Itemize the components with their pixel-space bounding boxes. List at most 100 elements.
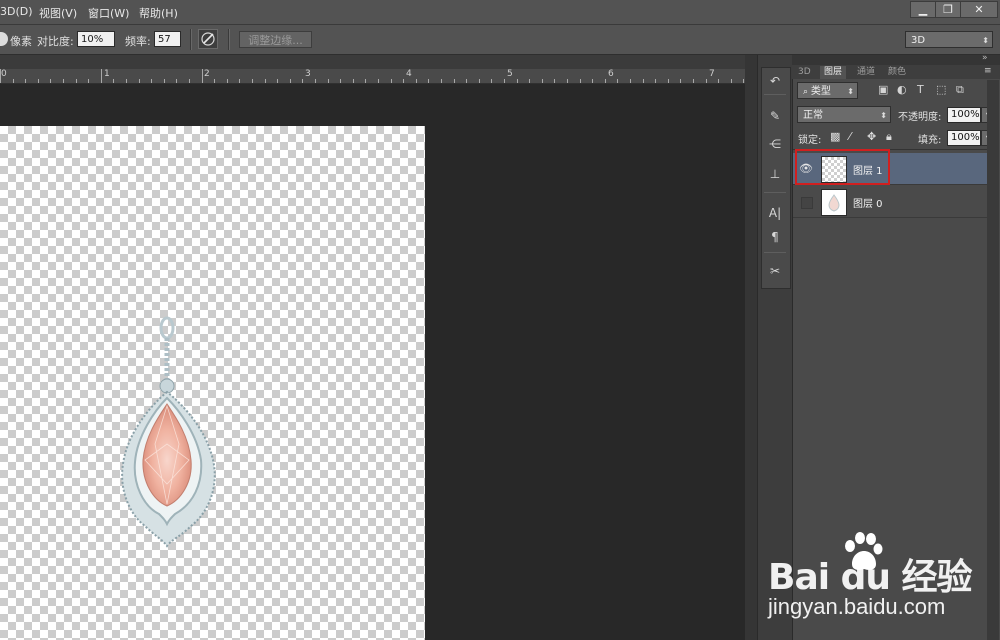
panel-collapse-bar[interactable]: »: [792, 53, 1000, 65]
ruler-tick: [126, 79, 127, 83]
document-canvas[interactable]: [0, 126, 425, 640]
ruler-tick: [466, 79, 467, 83]
highlight-annotation-box: [795, 149, 890, 185]
clone-source-icon[interactable]: ⊥: [763, 164, 787, 184]
ruler-tick: [731, 79, 732, 83]
frequency-input[interactable]: 57: [154, 31, 181, 47]
lock-label: 锁定:: [798, 135, 822, 146]
ruler-tick: [605, 79, 606, 83]
type-filter-icon[interactable]: T: [917, 83, 924, 96]
ruler-tick: [302, 79, 303, 83]
ruler-label: 4: [406, 69, 412, 79]
ruler-tick: [378, 79, 379, 83]
tool-presets-icon[interactable]: ✂: [763, 261, 787, 281]
tab-color[interactable]: 颜色: [884, 66, 910, 79]
panel-scrollbar[interactable]: [987, 80, 999, 640]
separator: [764, 192, 786, 193]
ruler-label: 7: [709, 69, 715, 79]
ruler-tick: [630, 79, 631, 83]
ruler-tick: [0, 69, 1, 83]
lock-position-icon[interactable]: ✥: [867, 130, 876, 143]
pendant-thumbnail-icon: [828, 194, 840, 212]
tab-layers[interactable]: 图层: [820, 66, 847, 79]
lock-image-icon[interactable]: ⁄: [849, 130, 851, 143]
ruler-tick: [277, 79, 278, 83]
lock-transparent-icon[interactable]: ▩: [830, 130, 840, 143]
close-button[interactable]: ✕: [960, 1, 998, 18]
brush-presets-icon[interactable]: ✎: [763, 106, 787, 126]
ruler-tick: [113, 79, 114, 83]
blend-mode-select[interactable]: 正常 ⬍: [797, 106, 891, 123]
shape-filter-icon[interactable]: ⬚: [936, 83, 946, 96]
restore-button[interactable]: ❐: [935, 1, 961, 18]
ruler-tick: [239, 79, 240, 83]
pen-pressure-icon: [201, 32, 215, 46]
ruler-tick: [164, 79, 165, 83]
ruler-tick: [542, 79, 543, 83]
document-tab-strip: [0, 55, 757, 69]
ruler-tick: [50, 79, 51, 83]
menu-window[interactable]: 窗口(W): [88, 5, 129, 21]
separator: [228, 29, 230, 50]
visibility-off-box[interactable]: [801, 197, 813, 209]
refine-edge-button[interactable]: 调整边缘...: [239, 31, 312, 48]
panel-menu-icon[interactable]: ≡: [984, 66, 992, 76]
ruler-tick: [151, 79, 152, 83]
ruler-label: 0: [1, 69, 7, 79]
lock-all-icon[interactable]: 🔒︎: [886, 130, 892, 144]
separator: [764, 94, 786, 95]
ruler-tick: [529, 79, 530, 83]
ruler-tick: [88, 79, 89, 83]
paragraph-icon[interactable]: ¶: [763, 227, 787, 247]
fill-label: 填充:: [918, 135, 942, 146]
ruler-tick: [592, 79, 593, 83]
pen-pressure-button[interactable]: [198, 29, 218, 49]
ruler-tick: [290, 79, 291, 83]
pixel-filter-icon[interactable]: ▣: [878, 83, 888, 96]
separator: [764, 252, 786, 253]
chevron-updown-icon: ⬍: [847, 87, 854, 96]
opacity-input[interactable]: 100%: [947, 107, 981, 123]
character-icon[interactable]: A|: [763, 203, 787, 223]
filter-kind-select[interactable]: ⌕ 类型 ⬍: [797, 82, 858, 99]
ruler-tick: [643, 79, 644, 83]
history-icon[interactable]: ↶: [763, 71, 787, 91]
ruler-tick: [680, 79, 681, 83]
tab-channels[interactable]: 通道: [853, 66, 879, 79]
ruler-tick: [743, 79, 744, 83]
workspace-select-value: 3D: [911, 35, 926, 46]
contrast-input[interactable]: 10%: [77, 31, 115, 47]
brush-settings-icon[interactable]: ⋲: [763, 134, 787, 154]
contrast-label: 对比度:: [37, 35, 74, 48]
ruler-label: 5: [507, 69, 513, 79]
smart-object-filter-icon[interactable]: ⧉: [956, 83, 964, 97]
ruler-tick: [504, 79, 505, 83]
collapse-icon[interactable]: »: [982, 53, 988, 63]
ruler-label: 2: [204, 69, 210, 79]
ruler-tick: [340, 79, 341, 83]
ruler-tick: [176, 79, 177, 83]
vertical-scrollbar[interactable]: [745, 55, 757, 640]
layer-name: 图层 0: [853, 199, 883, 210]
ruler-tick: [353, 79, 354, 83]
ruler-tick: [655, 79, 656, 83]
adjustment-filter-icon[interactable]: ◐: [897, 83, 907, 96]
minimize-button[interactable]: ▁: [910, 1, 936, 18]
tab-3d[interactable]: 3D: [794, 66, 815, 79]
menu-help[interactable]: 帮助(H): [139, 5, 178, 21]
ruler-label: 3: [305, 69, 311, 79]
ruler-tick: [214, 79, 215, 83]
ruler-tick: [63, 79, 64, 83]
layer-row-0[interactable]: 图层 0: [793, 186, 987, 218]
workspace-select[interactable]: 3D ⬍: [905, 31, 993, 48]
ruler-tick: [391, 79, 392, 83]
fill-input[interactable]: 100%: [947, 130, 981, 146]
ruler-tick: [706, 79, 707, 83]
ruler-tick: [517, 79, 518, 83]
ruler-tick: [428, 79, 429, 83]
layer-thumbnail: [821, 189, 847, 216]
menu-view[interactable]: 视图(V): [39, 5, 77, 21]
menu-3d[interactable]: 3D(D): [0, 5, 33, 18]
ruler-tick: [668, 79, 669, 83]
ruler-tick: [441, 79, 442, 83]
